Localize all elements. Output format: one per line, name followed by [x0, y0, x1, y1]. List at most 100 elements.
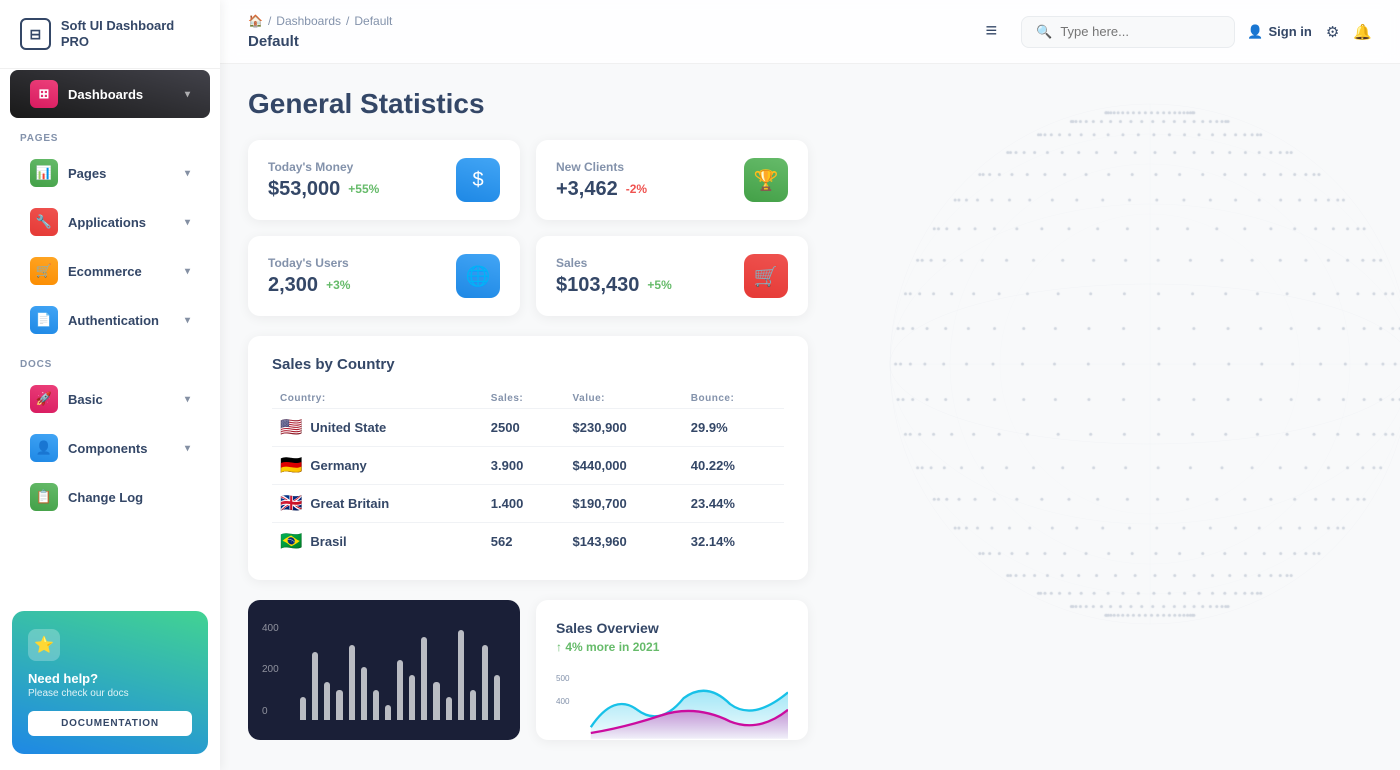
changelog-icon: 📋 [30, 483, 58, 511]
section-title-country: Sales by Country [272, 356, 784, 373]
sidebar-logo: ⊟ Soft UI Dashboard PRO [0, 0, 220, 69]
sidebar-item-label: Basic [68, 392, 103, 407]
bar-chart-bar [470, 690, 476, 720]
sidebar-section-pages: PAGES [0, 119, 220, 148]
stats-card-info: New Clients +3,462 -2% [556, 160, 647, 201]
chevron-icon: ▾ [185, 315, 190, 326]
basic-icon: 🚀 [30, 385, 58, 413]
logo-text: Soft UI Dashboard PRO [61, 18, 200, 49]
chevron-icon: ▾ [185, 168, 190, 179]
stats-icon-money: $ [456, 158, 500, 202]
stats-value: 2,300 +3% [268, 274, 350, 297]
sidebar-item-label: Components [68, 441, 147, 456]
sidebar-help-card: ⭐ Need help? Please check our docs DOCUM… [12, 611, 208, 754]
stats-label: Today's Money [268, 160, 379, 174]
sign-in-button[interactable]: 👤 Sign in [1247, 24, 1312, 40]
country-cell: 🇬🇧 Great Britain [272, 485, 483, 523]
auth-icon: 📄 [30, 306, 58, 334]
stats-badge: -2% [626, 182, 647, 196]
sidebar-item-basic[interactable]: 🚀 Basic ▾ [10, 375, 210, 423]
sidebar-item-authentication[interactable]: 📄 Authentication ▾ [10, 296, 210, 344]
bar-chart-bar [494, 675, 500, 720]
breadcrumb-separator: / [268, 14, 271, 28]
stats-card-users: Today's Users 2,300 +3% 🌐 [248, 236, 520, 316]
y-label-0: 0 [256, 706, 285, 717]
chevron-icon: ▾ [185, 217, 190, 228]
search-box: 🔍 [1021, 16, 1235, 48]
sidebar: ⊟ Soft UI Dashboard PRO ⊞ Dashboards ▾ P… [0, 0, 220, 770]
stats-label: Today's Users [268, 256, 350, 270]
table-row: 🇬🇧 Great Britain 1.400 $190,700 23.44% [272, 485, 784, 523]
bar-chart-bar [397, 660, 403, 720]
stats-card-sales: Sales $103,430 +5% 🛒 [536, 236, 808, 316]
bar-chart-bar [324, 682, 330, 720]
bar-chart-bar [433, 682, 439, 720]
breadcrumb-trail: 🏠 / Dashboards / Default [248, 14, 392, 28]
sign-in-label: Sign in [1269, 24, 1312, 39]
country-cell: 🇺🇸 United State [272, 409, 483, 447]
hamburger-menu[interactable]: ≡ [981, 16, 1001, 47]
col-value: Value: [565, 389, 683, 409]
notification-icon[interactable]: 🔔 [1353, 23, 1372, 41]
chevron-icon: ▾ [185, 266, 190, 277]
table-row: 🇩🇪 Germany 3.900 $440,000 40.22% [272, 447, 784, 485]
stats-value: $103,430 +5% [556, 274, 672, 297]
stats-card-money: Today's Money $53,000 +55% $ [248, 140, 520, 220]
chevron-icon: ▾ [185, 443, 190, 454]
bar-chart-bar [446, 697, 452, 720]
components-icon: 👤 [30, 434, 58, 462]
sidebar-item-components[interactable]: 👤 Components ▾ [10, 424, 210, 472]
sidebar-item-dashboards[interactable]: ⊞ Dashboards ▾ [10, 70, 210, 118]
topbar-actions: 👤 Sign in ⚙ 🔔 [1247, 23, 1372, 41]
bar-chart-card: 400 200 0 [248, 600, 520, 740]
bar-chart-bar [385, 705, 391, 720]
sidebar-item-label: Dashboards [68, 87, 143, 102]
bottom-charts: 400 200 0 Sales Overview ↑ 4% more in 20… [248, 600, 808, 740]
y-label-400: 400 [256, 623, 285, 634]
stats-card-clients: New Clients +3,462 -2% 🏆 [536, 140, 808, 220]
home-icon: 🏠 [248, 14, 263, 28]
value-cell: $190,700 [565, 485, 683, 523]
sidebar-item-changelog[interactable]: 📋 Change Log [10, 473, 210, 521]
svg-text:400: 400 [556, 697, 570, 706]
topbar: 🏠 / Dashboards / Default Default ≡ 🔍 👤 S… [220, 0, 1400, 64]
bar-chart-bar [421, 637, 427, 720]
flag-icon: 🇩🇪 [280, 455, 302, 476]
search-input[interactable] [1060, 24, 1220, 39]
help-star-icon: ⭐ [28, 629, 60, 661]
breadcrumb-separator2: / [346, 14, 349, 28]
stats-card-info: Today's Money $53,000 +55% [268, 160, 379, 201]
country-cell: 🇧🇷 Brasil [272, 523, 483, 561]
sidebar-item-label: Applications [68, 215, 146, 230]
stats-card-info: Today's Users 2,300 +3% [268, 256, 350, 297]
applications-icon: 🔧 [30, 208, 58, 236]
settings-icon[interactable]: ⚙ [1326, 23, 1339, 41]
stats-badge: +5% [647, 278, 671, 292]
help-subtitle: Please check our docs [28, 688, 192, 699]
stats-value: +3,462 -2% [556, 178, 647, 201]
sidebar-nav: ⊞ Dashboards ▾ PAGES 📊 Pages ▾ 🔧 Applica… [0, 69, 220, 522]
sales-overview-chart: 500 400 [556, 664, 788, 744]
sidebar-item-ecommerce[interactable]: 🛒 Ecommerce ▾ [10, 247, 210, 295]
bounce-cell: 32.14% [683, 523, 784, 561]
sales-overview-subtitle: ↑ 4% more in 2021 [556, 640, 788, 654]
table-row: 🇺🇸 United State 2500 $230,900 29.9% [272, 409, 784, 447]
value-cell: $143,960 [565, 523, 683, 561]
sidebar-item-applications[interactable]: 🔧 Applications ▾ [10, 198, 210, 246]
country-cell: 🇩🇪 Germany [272, 447, 483, 485]
page-title-breadcrumb: Default [248, 33, 299, 50]
sales-cell: 2500 [483, 409, 565, 447]
country-name: United State [310, 420, 386, 435]
content-area: // Generate dots for globe effect - done… [220, 64, 1400, 770]
page-title: General Statistics [248, 88, 1372, 120]
sidebar-item-pages[interactable]: 📊 Pages ▾ [10, 149, 210, 197]
user-icon: 👤 [1247, 24, 1263, 40]
stats-label: New Clients [556, 160, 647, 174]
bar-chart-bar [482, 645, 488, 720]
bounce-cell: 40.22% [683, 447, 784, 485]
value-cell: $440,000 [565, 447, 683, 485]
col-bounce: Bounce: [683, 389, 784, 409]
documentation-button[interactable]: DOCUMENTATION [28, 711, 192, 736]
table-row: 🇧🇷 Brasil 562 $143,960 32.14% [272, 523, 784, 561]
col-sales: Sales: [483, 389, 565, 409]
